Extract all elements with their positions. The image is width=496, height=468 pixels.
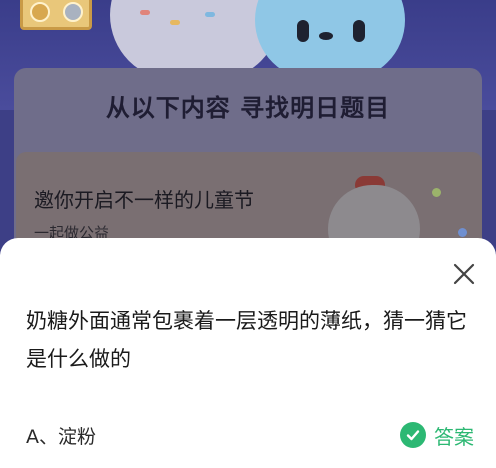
option-row[interactable]: A、淀粉 答案 bbox=[26, 418, 474, 452]
question-text: 奶糖外面通常包裹着一层透明的薄纸，猜一猜它是什么做的 bbox=[26, 309, 467, 371]
confetti-decoration bbox=[140, 10, 150, 15]
confetti-decoration bbox=[205, 12, 215, 17]
mascot-nose bbox=[319, 32, 333, 40]
flower-decoration bbox=[432, 188, 441, 197]
mascot-eye bbox=[297, 20, 309, 42]
flower-decoration bbox=[458, 228, 467, 237]
checkmark-icon bbox=[406, 430, 420, 441]
medal-badge bbox=[20, 0, 92, 30]
question-sheet: 奶糖外面通常包裹着一层透明的薄纸，猜一猜它是什么做的 A、淀粉 答案 bbox=[0, 238, 496, 468]
close-icon bbox=[453, 263, 475, 285]
gold-medal-icon bbox=[29, 2, 50, 22]
answer-label: 答案 bbox=[434, 424, 474, 449]
option-label: A、淀粉 bbox=[26, 425, 96, 448]
mascot-eye bbox=[353, 20, 365, 42]
answer-tag: 答案 bbox=[400, 421, 474, 450]
check-circle-icon bbox=[400, 422, 426, 448]
panel-title: 从以下内容 寻找明日题目 bbox=[105, 94, 391, 122]
promo-title: 邀你开启不一样的儿童节 bbox=[34, 188, 254, 212]
close-button[interactable] bbox=[452, 262, 476, 286]
confetti-decoration bbox=[170, 20, 180, 25]
silver-medal-icon bbox=[62, 2, 83, 22]
